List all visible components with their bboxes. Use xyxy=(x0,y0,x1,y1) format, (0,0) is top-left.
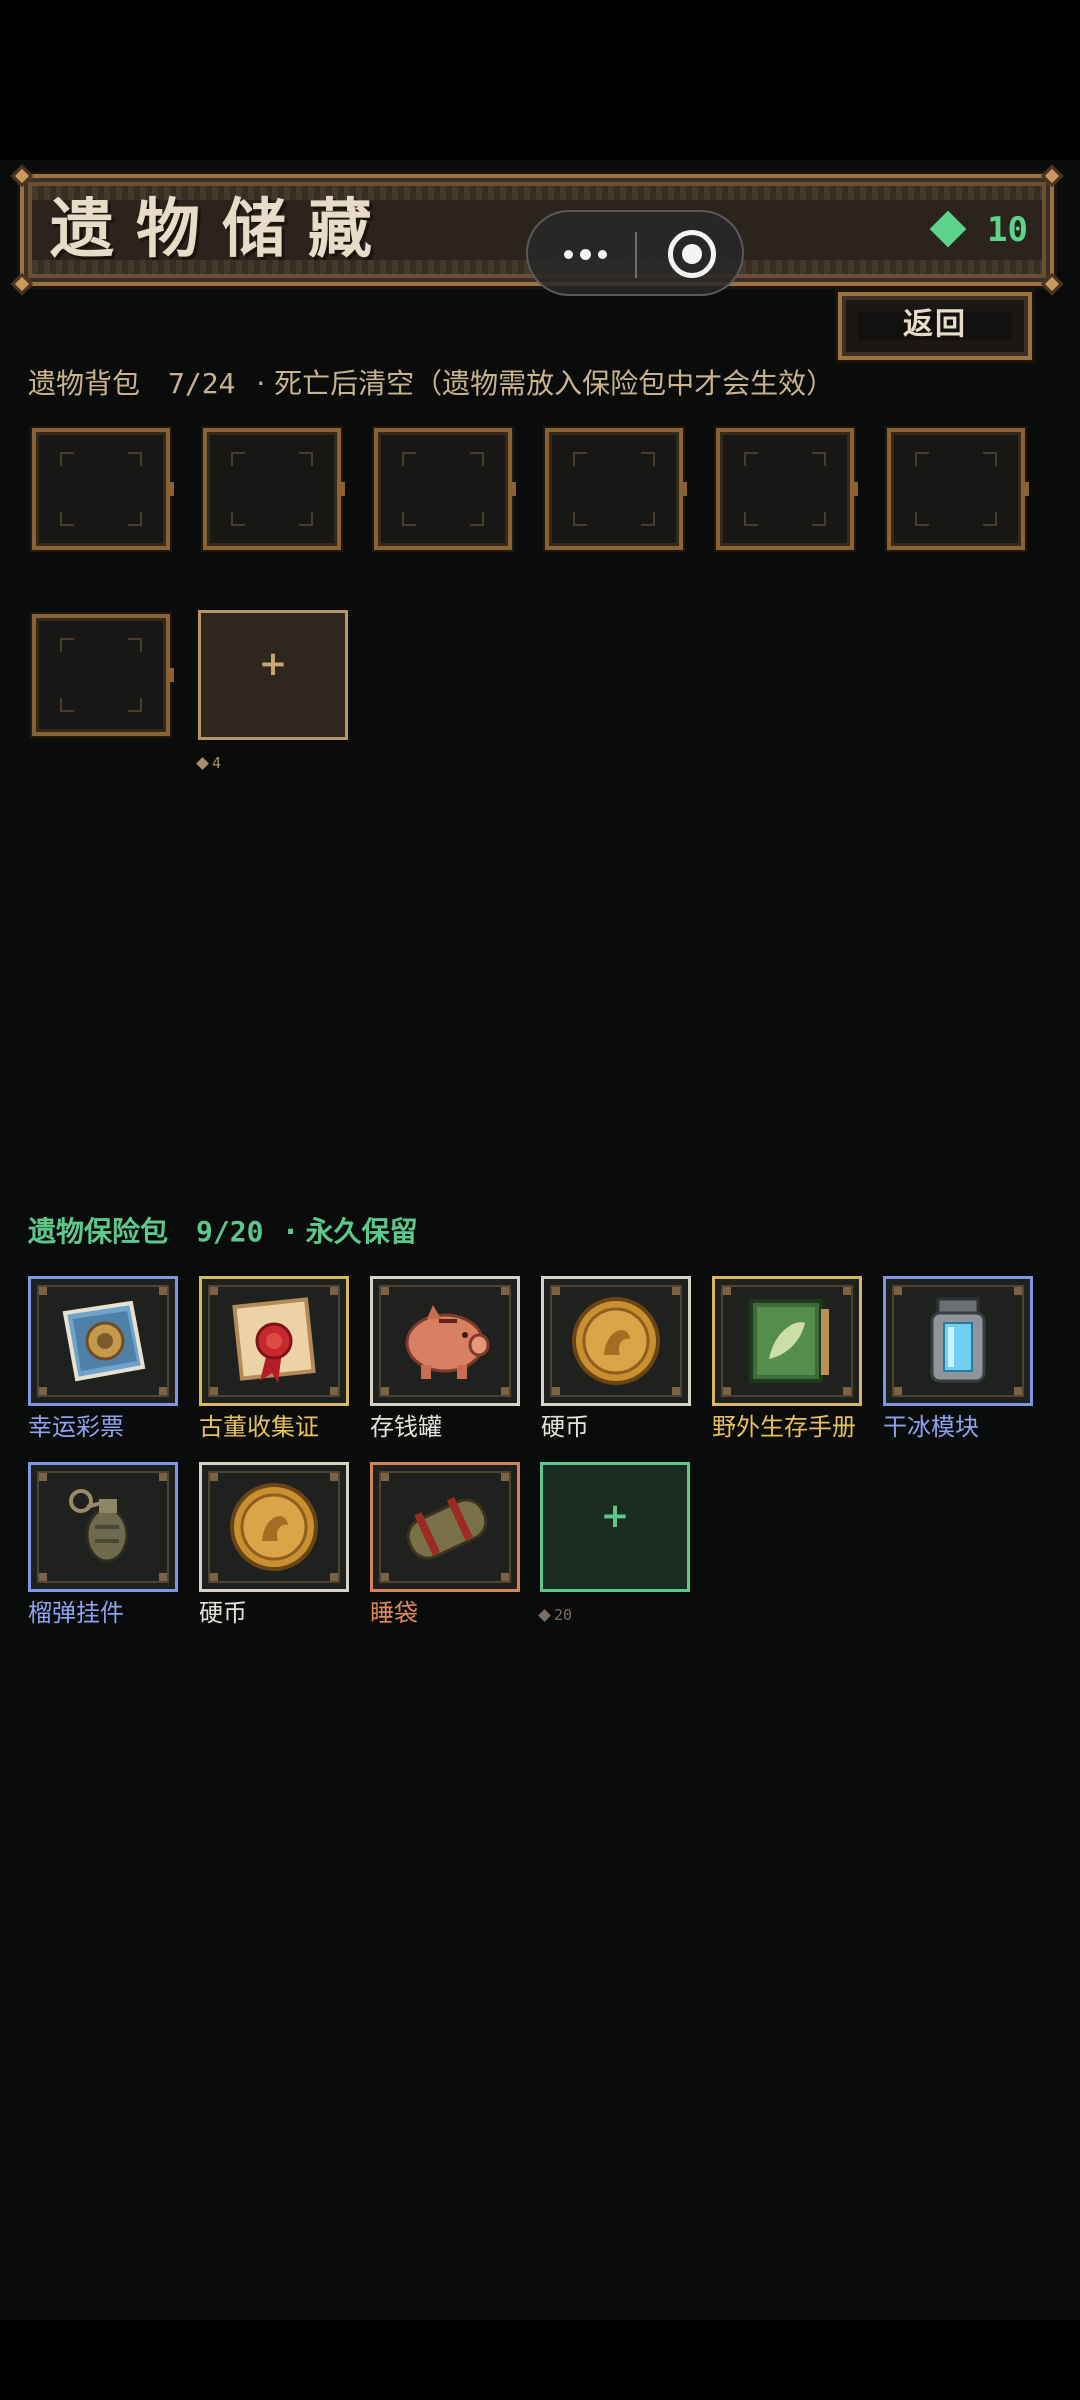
empty-relic-slot[interactable] xyxy=(32,614,174,736)
relic-bag-header: 遗物背包 7/24 · 死亡后清空（遗物需放入保险包中才会生效） xyxy=(28,364,834,404)
gem-balance: 10 xyxy=(929,208,1028,252)
relic-slot-cost: 4 xyxy=(196,754,222,772)
relic-bag-title: 遗物背包 xyxy=(28,367,141,400)
coin-icon xyxy=(222,1475,326,1579)
empty-relic-slot[interactable] xyxy=(716,428,858,550)
insurance-item-name: 古董收集证 xyxy=(199,1413,319,1441)
insurance-item-slot[interactable] xyxy=(370,1276,520,1406)
lottery-ticket-icon xyxy=(51,1289,155,1393)
insurance-item-slot[interactable] xyxy=(712,1276,862,1406)
insurance-item-slot[interactable] xyxy=(28,1276,178,1406)
insurance-item-slot[interactable] xyxy=(883,1276,1033,1406)
sealed-certificate-icon xyxy=(222,1289,326,1393)
insurance-item-slot[interactable] xyxy=(28,1462,178,1592)
gem-icon xyxy=(929,210,967,247)
more-options-icon[interactable] xyxy=(554,236,614,272)
add-insurance-slot-button[interactable]: + xyxy=(540,1462,690,1592)
grenade-pendant-icon xyxy=(51,1475,155,1579)
relic-bag-count: 7/24 xyxy=(168,367,236,400)
insurance-item-name: 干冰模块 xyxy=(883,1413,979,1441)
insurance-item-name: 野外生存手册 xyxy=(712,1413,856,1441)
insurance-slot-cost-value: 20 xyxy=(554,1606,573,1624)
relic-bag-note: · 死亡后清空（遗物需放入保险包中才会生效） xyxy=(256,367,835,400)
gem-count-value: 10 xyxy=(987,210,1028,250)
miniprogram-capsule xyxy=(526,210,744,296)
empty-relic-slot[interactable] xyxy=(374,428,516,550)
piggy-bank-icon xyxy=(393,1289,497,1393)
insurance-item-name: 榴弹挂件 xyxy=(28,1599,124,1627)
page-title: 遗物储藏 xyxy=(50,193,394,267)
insurance-bag-note: · 永久保留 xyxy=(285,1215,418,1248)
insurance-item-name: 幸运彩票 xyxy=(28,1413,124,1441)
gem-icon xyxy=(196,757,209,770)
dry-ice-canister-icon xyxy=(906,1289,1010,1393)
sleeping-bag-icon xyxy=(393,1475,497,1579)
back-button[interactable]: 返回 xyxy=(838,292,1032,360)
insurance-item-name: 睡袋 xyxy=(370,1599,418,1627)
insurance-item-slot[interactable] xyxy=(199,1276,349,1406)
back-button-label: 返回 xyxy=(903,307,967,342)
relic-slot-cost-value: 4 xyxy=(212,754,222,772)
insurance-bag-header: 遗物保险包 9/20 · 永久保留 xyxy=(28,1212,418,1252)
empty-relic-slot[interactable] xyxy=(545,428,687,550)
close-miniprogram-icon[interactable] xyxy=(668,230,716,278)
coin-icon xyxy=(564,1289,668,1393)
insurance-item-name: 存钱罐 xyxy=(370,1413,442,1441)
capsule-divider xyxy=(635,232,637,278)
insurance-item-name: 硬币 xyxy=(199,1599,247,1627)
insurance-item-slot[interactable] xyxy=(541,1276,691,1406)
insurance-item-slot[interactable] xyxy=(370,1462,520,1592)
gem-icon xyxy=(538,1609,551,1622)
add-relic-slot-button[interactable]: + xyxy=(198,610,348,740)
empty-relic-slot[interactable] xyxy=(203,428,345,550)
insurance-bag-count: 9/20 xyxy=(196,1215,264,1248)
insurance-item-slot[interactable] xyxy=(199,1462,349,1592)
insurance-bag-title: 遗物保险包 xyxy=(28,1215,169,1248)
insurance-item-name: 硬币 xyxy=(541,1413,589,1441)
survival-manual-icon xyxy=(735,1289,839,1393)
empty-relic-slot[interactable] xyxy=(887,428,1029,550)
insurance-slot-cost: 20 xyxy=(538,1606,573,1624)
empty-relic-slot[interactable] xyxy=(32,428,174,550)
